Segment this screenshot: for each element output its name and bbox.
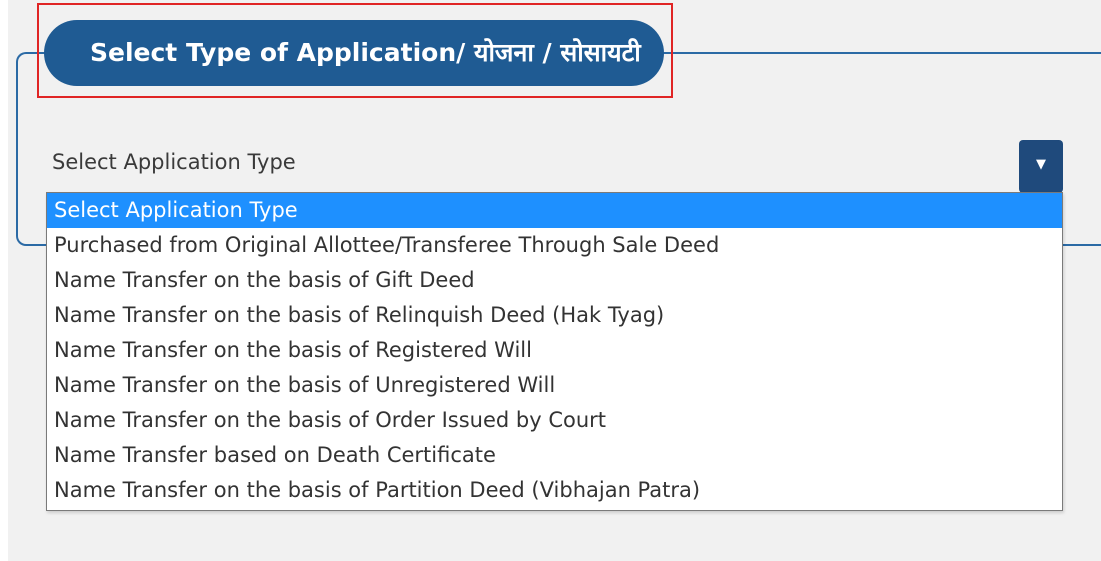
- option-unregistered-will[interactable]: Name Transfer on the basis of Unregister…: [47, 368, 1062, 403]
- option-sale-deed[interactable]: Purchased from Original Allottee/Transfe…: [47, 228, 1062, 263]
- option-registered-will[interactable]: Name Transfer on the basis of Registered…: [47, 333, 1062, 368]
- application-type-select[interactable]: Select Application Type: [52, 150, 296, 174]
- option-gift-deed[interactable]: Name Transfer on the basis of Gift Deed: [47, 263, 1062, 298]
- option-select-application-type[interactable]: Select Application Type: [47, 193, 1062, 228]
- highlight-annotation-box: [37, 3, 673, 98]
- application-type-options-list: Select Application Type Purchased from O…: [46, 192, 1063, 511]
- option-death-certificate[interactable]: Name Transfer based on Death Certificate: [47, 438, 1062, 473]
- option-court-order[interactable]: Name Transfer on the basis of Order Issu…: [47, 403, 1062, 438]
- dropdown-arrow-icon[interactable]: ▼: [1019, 140, 1063, 193]
- option-partition-deed[interactable]: Name Transfer on the basis of Partition …: [47, 473, 1062, 508]
- option-relinquish-deed[interactable]: Name Transfer on the basis of Relinquish…: [47, 298, 1062, 333]
